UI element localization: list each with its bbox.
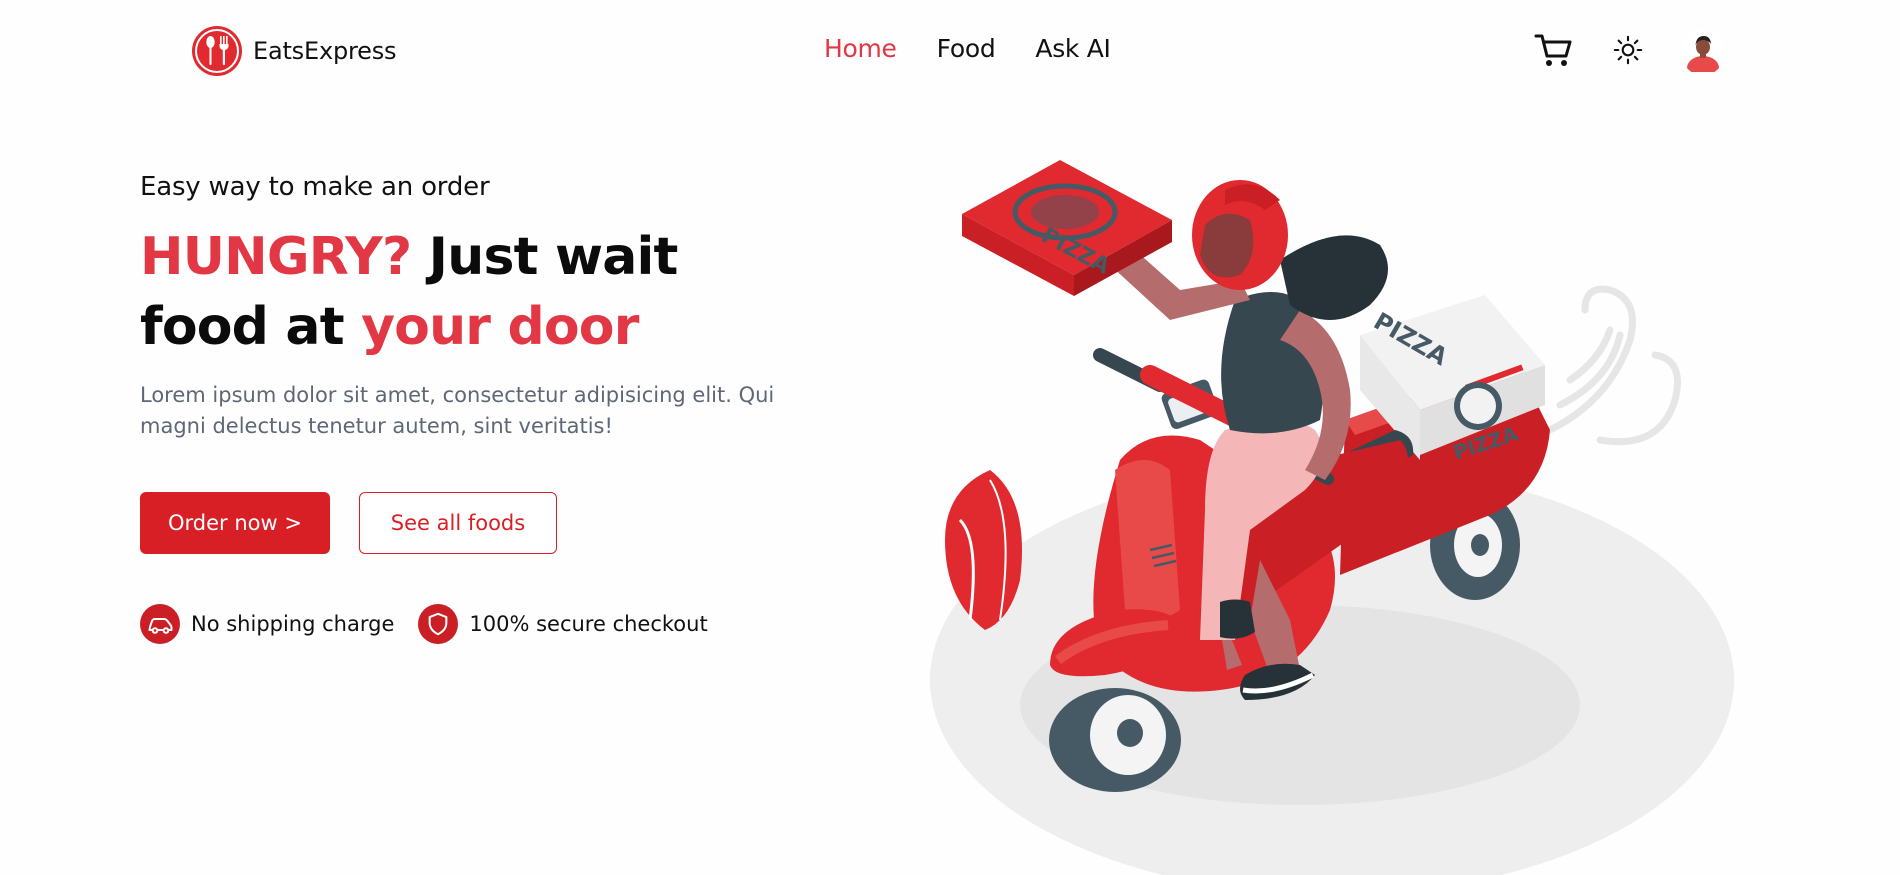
hero-description: Lorem ipsum dolor sit amet, consectetur … — [140, 383, 775, 438]
feature-label: No shipping charge — [191, 612, 395, 636]
cart-button[interactable] — [1533, 29, 1575, 71]
header-tools — [1533, 28, 1725, 72]
fork-spoon-icon — [192, 26, 242, 76]
order-now-button[interactable]: Order now > — [140, 492, 330, 554]
headline-just-wait: Just wait — [411, 227, 679, 287]
see-all-foods-button[interactable]: See all foods — [359, 492, 557, 554]
shield-icon — [418, 604, 459, 644]
theme-toggle-button[interactable] — [1611, 33, 1645, 67]
hero-headline: HUNGRY? Just wait food at your door — [140, 222, 678, 362]
car-icon — [140, 604, 180, 644]
user-avatar — [1682, 29, 1724, 72]
sun-icon — [1613, 35, 1643, 65]
feature-item: 100% secure checkout — [418, 604, 708, 644]
feature-label: 100% secure checkout — [469, 612, 708, 636]
hero-eyebrow: Easy way to make an order — [140, 172, 490, 202]
headline-food-at: food at — [140, 297, 362, 357]
headline-hungry: HUNGRY? — [140, 227, 412, 287]
feature-item: No shipping charge — [140, 604, 394, 644]
nav-ask-ai-link[interactable]: Ask AI — [1035, 34, 1111, 63]
feature-list: No shipping charge 100% secure checkout — [140, 604, 732, 644]
delivery-scooter-illustration: PIZZA PIZZA PIZZA — [930, 160, 1734, 875]
site-header: EatsExpress Home Food Ask AI — [0, 0, 1900, 104]
brand-name: EatsExpress — [253, 37, 397, 65]
brand-logo-link[interactable]: EatsExpress — [191, 25, 397, 77]
cart-icon — [1534, 34, 1572, 66]
nav-food-link[interactable]: Food — [937, 34, 996, 63]
user-avatar-button[interactable] — [1681, 28, 1725, 72]
main-nav: Home Food Ask AI — [824, 34, 1111, 63]
nav-home-link[interactable]: Home — [824, 34, 897, 63]
headline-your-door: your door — [361, 297, 639, 357]
